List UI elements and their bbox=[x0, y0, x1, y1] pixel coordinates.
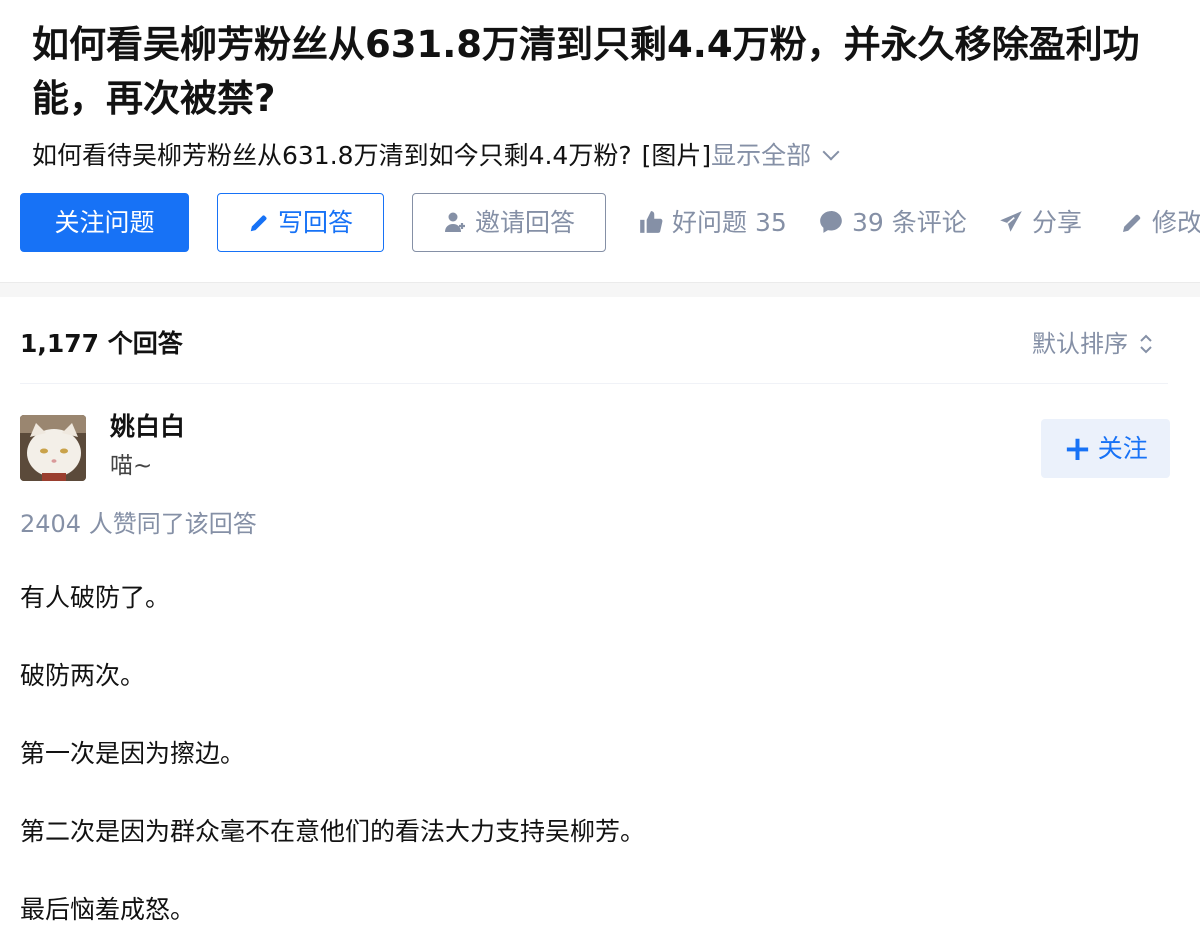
edit-label: 修改 bbox=[1152, 208, 1200, 237]
answer-paragraph: 有人破防了。 bbox=[20, 583, 171, 612]
question-detail[interactable]: 如何看待吴柳芳粉丝从631.8万清到如今只剩4.4万粉? [图片]显示全部 bbox=[32, 138, 840, 174]
question-title: 如何看吴柳芳粉丝从631.8万清到只剩4.4万粉，并永久移除盈利功能，再次被禁? bbox=[32, 23, 1140, 120]
sort-label: 默认排序 bbox=[1032, 330, 1128, 358]
vote-summary: 2404 人赞同了该回答 bbox=[20, 510, 257, 538]
follow-author-button[interactable]: + 关注 bbox=[1041, 419, 1170, 478]
share-icon bbox=[1000, 211, 1022, 232]
follow-question-button[interactable]: 关注问题 bbox=[20, 193, 189, 252]
answer-author: 姚白白 喵~ + 关注 bbox=[20, 405, 1170, 495]
author-name[interactable]: 姚白白 bbox=[110, 409, 185, 445]
sort-icon bbox=[1140, 334, 1152, 354]
invite-user-icon bbox=[444, 212, 465, 232]
comment-icon bbox=[820, 210, 842, 233]
thumbs-up-icon bbox=[640, 211, 663, 233]
follow-author-label: 关注 bbox=[1097, 434, 1148, 463]
comments-label: 39 条评论 bbox=[852, 208, 967, 237]
chevron-down-icon[interactable] bbox=[822, 143, 840, 161]
answer-paragraph: 破防两次。 bbox=[20, 661, 146, 690]
good-question-label: 好问题 35 bbox=[672, 208, 787, 237]
sort-select[interactable]: 默认排序 bbox=[1032, 326, 1154, 362]
write-answer-label: 写回答 bbox=[277, 208, 353, 237]
answers-header: 1,177 个回答 默认排序 bbox=[20, 318, 1168, 384]
follow-question-label: 关注问题 bbox=[54, 208, 155, 237]
avatar[interactable] bbox=[20, 415, 86, 481]
edit-button[interactable]: 修改 bbox=[1120, 193, 1200, 252]
zhihu-question-page: 如何看吴柳芳粉丝从631.8万清到只剩4.4万粉，并永久移除盈利功能，再次被禁?… bbox=[0, 0, 1200, 950]
share-label: 分享 bbox=[1032, 208, 1083, 237]
invite-answer-label: 邀请回答 bbox=[474, 208, 575, 237]
answer-paragraph: 第一次是因为擦边。 bbox=[20, 739, 246, 768]
show-all-link[interactable]: 显示全部 bbox=[711, 141, 811, 170]
answer-paragraph: 第二次是因为群众毫不在意他们的看法大力支持吴柳芳。 bbox=[20, 817, 646, 846]
share-button[interactable]: 分享 bbox=[998, 193, 1082, 252]
plus-icon: + bbox=[1063, 429, 1092, 469]
comments-button[interactable]: 39 条评论 bbox=[818, 193, 967, 252]
section-divider bbox=[0, 282, 1200, 297]
author-bio: 喵~ bbox=[110, 453, 153, 479]
answer-body: 有人破防了。 破防两次。 第一次是因为擦边。 第二次是因为群众毫不在意他们的看法… bbox=[20, 580, 1170, 950]
answer-paragraph: 最后恼羞成怒。 bbox=[20, 895, 196, 924]
invite-answer-button[interactable]: 邀请回答 bbox=[412, 193, 606, 252]
good-question-button[interactable]: 好问题 35 bbox=[638, 193, 787, 252]
answers-count: 1,177 个回答 bbox=[20, 329, 183, 358]
image-tag: [图片] bbox=[641, 141, 712, 170]
question-header: 如何看吴柳芳粉丝从631.8万清到只剩4.4万粉，并永久移除盈利功能，再次被禁?… bbox=[0, 0, 1200, 282]
write-answer-button[interactable]: 写回答 bbox=[217, 193, 384, 252]
question-action-bar: 关注问题 写回答 邀请回答 好问题 35 39 条评论 分享 修改 bbox=[20, 193, 1200, 253]
edit-icon bbox=[1123, 214, 1141, 232]
question-detail-text: 如何看待吴柳芳粉丝从631.8万清到如今只剩4.4万粉? bbox=[32, 141, 632, 170]
pencil-icon bbox=[250, 215, 267, 232]
